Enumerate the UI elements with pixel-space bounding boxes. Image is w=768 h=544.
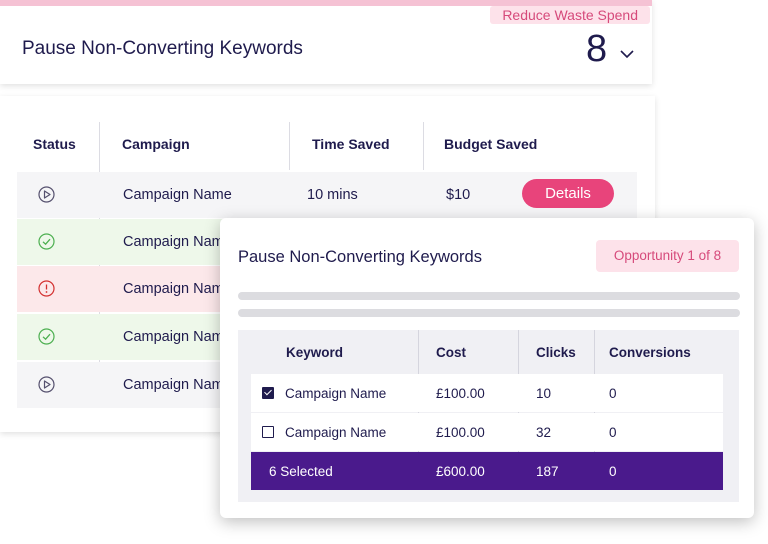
time-saved-value: 10 mins <box>307 187 358 203</box>
column-header-keyword: Keyword <box>286 345 344 360</box>
column-divider <box>423 122 424 170</box>
loading-placeholder <box>238 309 740 317</box>
keyword-opportunity-panel: Pause Non-Converting Keywords Opportunit… <box>220 218 754 518</box>
column-header-campaign: Campaign <box>122 136 190 152</box>
row-checkbox[interactable] <box>262 387 274 399</box>
campaign-name: Campaign Name <box>123 281 232 297</box>
row-checkbox[interactable] <box>262 426 274 438</box>
clicks-value: 10 <box>536 386 552 401</box>
selected-count: 6 Selected <box>269 464 333 479</box>
keyword-table: Keyword Cost Clicks Conversions Campaign… <box>238 330 739 502</box>
campaign-name: Campaign Name <box>123 234 232 250</box>
column-header-clicks: Clicks <box>536 345 576 360</box>
panel-title: Pause Non-Converting Keywords <box>238 248 482 266</box>
column-header-time-saved: Time Saved <box>312 136 390 152</box>
keyword-name: Campaign Name <box>285 425 387 440</box>
play-icon <box>38 376 55 393</box>
details-button[interactable]: Details <box>522 179 614 208</box>
opportunity-badge: Opportunity 1 of 8 <box>596 240 739 272</box>
cost-value: £100.00 <box>436 386 485 401</box>
keyword-name: Campaign Name <box>285 386 387 401</box>
cost-value: £100.00 <box>436 425 485 440</box>
campaign-name: Campaign Name <box>123 187 232 203</box>
alert-circle-icon <box>38 280 55 297</box>
campaign-name: Campaign Name <box>123 377 232 393</box>
budget-saved-value: $10 <box>446 187 471 203</box>
column-header-budget-saved: Budget Saved <box>444 136 538 152</box>
check-circle-icon <box>38 328 55 345</box>
selection-total-row: 6 Selected £600.00 187 0 <box>251 452 723 490</box>
column-divider <box>289 122 290 170</box>
check-circle-icon <box>38 233 55 250</box>
total-cost: £600.00 <box>436 464 485 479</box>
campaign-name: Campaign Name <box>123 329 232 345</box>
page-title: Pause Non-Converting Keywords <box>22 38 303 59</box>
column-header-cost: Cost <box>436 345 466 360</box>
conversions-value: 0 <box>609 386 617 401</box>
keyword-row[interactable]: Campaign Name £100.00 10 0 <box>251 374 723 412</box>
play-icon <box>38 186 55 203</box>
column-header-conversions: Conversions <box>609 345 691 360</box>
chevron-down-icon[interactable] <box>619 48 635 60</box>
opportunity-count: 8 <box>586 28 608 70</box>
column-header-status: Status <box>33 136 76 152</box>
clicks-value: 32 <box>536 425 552 440</box>
opportunity-header-card: Reduce Waste Spend Pause Non-Converting … <box>0 0 652 84</box>
total-conversions: 0 <box>609 464 617 479</box>
keyword-row[interactable]: Campaign Name £100.00 32 0 <box>251 413 723 451</box>
category-badge: Reduce Waste Spend <box>490 6 650 24</box>
loading-placeholder <box>238 292 740 300</box>
table-row[interactable]: Campaign Name 10 mins $10 Details <box>17 172 637 218</box>
total-clicks: 187 <box>536 464 559 479</box>
conversions-value: 0 <box>609 425 617 440</box>
